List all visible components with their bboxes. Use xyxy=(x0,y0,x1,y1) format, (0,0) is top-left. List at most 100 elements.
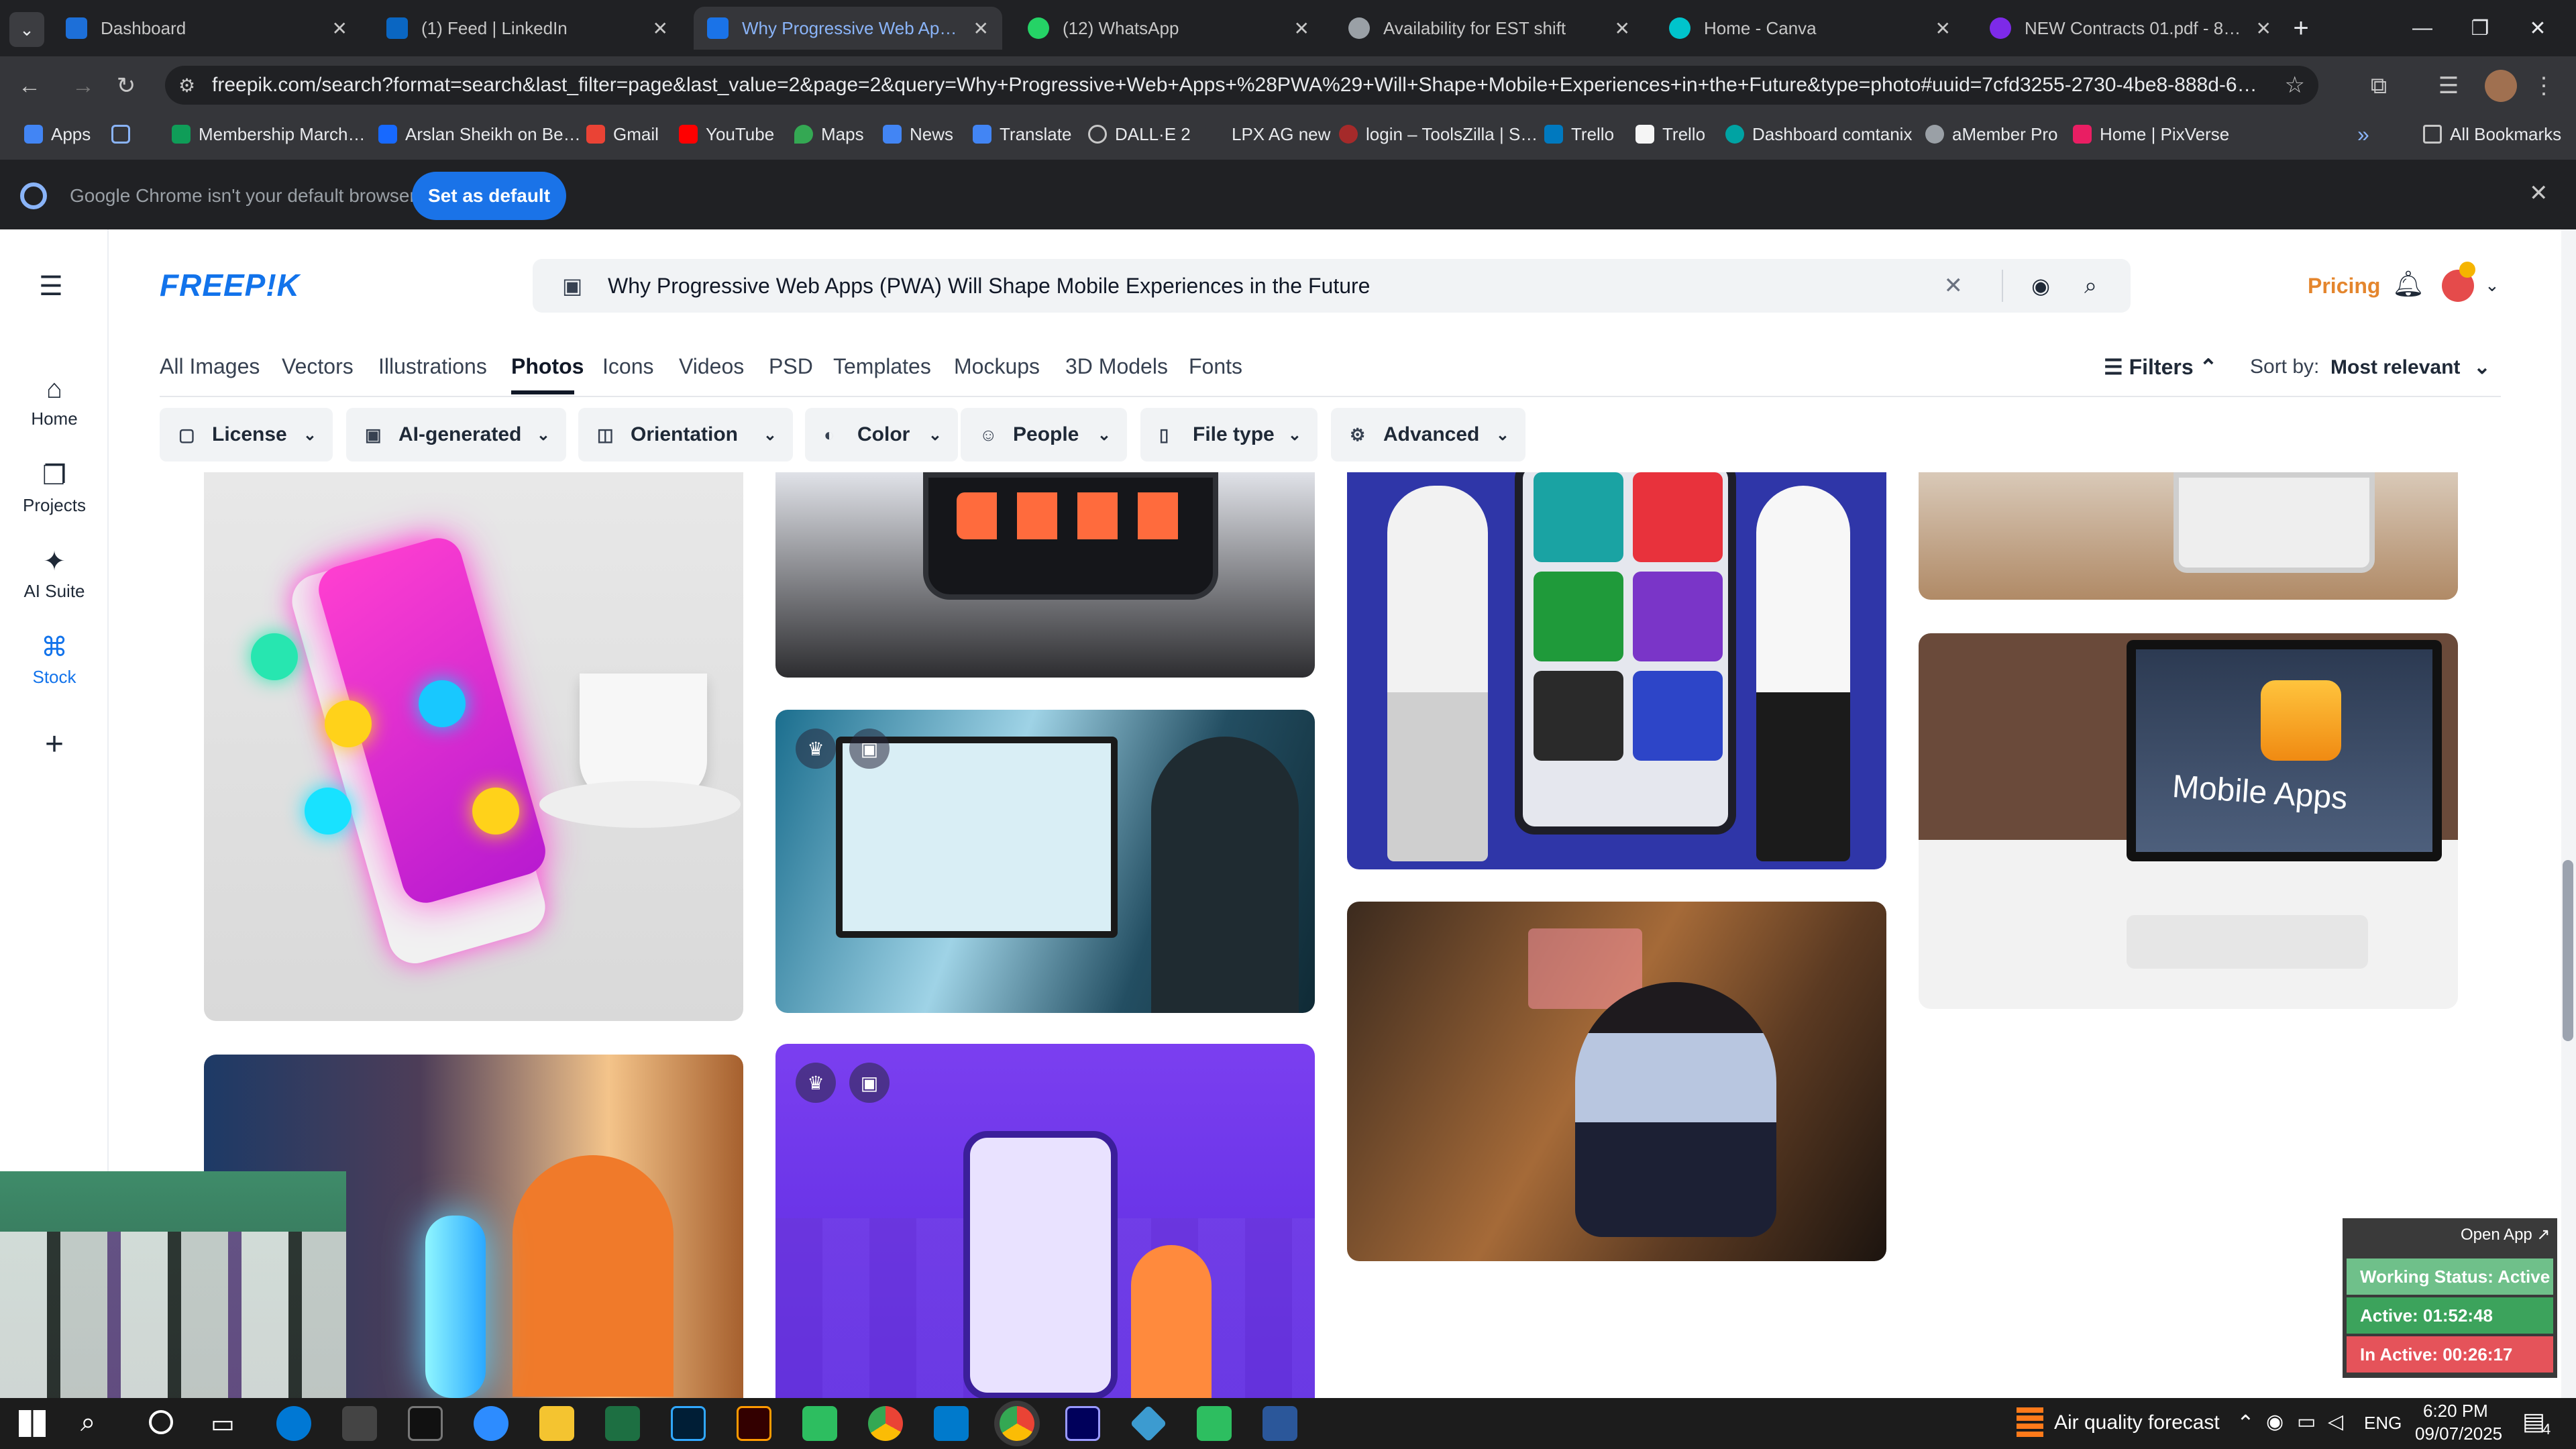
page-scrollbar-track[interactable] xyxy=(2561,229,2576,1398)
image-tile-purple-illustration[interactable]: ♛ ▣ xyxy=(775,1044,1315,1398)
address-bar[interactable]: ⚙ freepik.com/search?format=search&last_… xyxy=(165,66,2318,105)
search-icon[interactable]: ⌕ xyxy=(80,1407,95,1438)
tab-photos[interactable]: Photos xyxy=(511,354,584,379)
image-tile-neon-phone[interactable] xyxy=(204,472,743,1021)
chevron-down-icon[interactable]: ⌄ xyxy=(2485,275,2500,296)
close-infobar-icon[interactable]: ✕ xyxy=(2529,180,2548,207)
page-scrollbar-thumb[interactable] xyxy=(2563,860,2573,1041)
image-tile-woman-night-phone[interactable] xyxy=(1347,902,1886,1261)
license-filter[interactable]: ▢ License ⌄ xyxy=(160,408,333,462)
notification-center-icon[interactable]: ▤ xyxy=(2522,1407,2545,1436)
meet-now-icon[interactable]: ◉ xyxy=(2266,1410,2284,1434)
task-view-icon[interactable]: ▭ xyxy=(211,1409,235,1439)
orientation-filter[interactable]: ◫ Orientation ⌄ xyxy=(578,408,793,462)
tab-availability[interactable]: Availability for EST shift ✕ xyxy=(1335,7,1644,50)
tab-grid-button[interactable] xyxy=(111,119,138,149)
tab-icons[interactable]: Icons xyxy=(602,354,653,379)
tab-search-button[interactable]: ⌄ xyxy=(9,12,44,47)
edge-icon[interactable] xyxy=(276,1406,311,1441)
ai-generated-filter[interactable]: ▣ AI-generated ⌄ xyxy=(346,408,566,462)
volume-icon[interactable]: ◁ xyxy=(2328,1410,2343,1434)
bookmark-star-icon[interactable]: ☆ xyxy=(2285,72,2305,99)
back-button[interactable]: ← xyxy=(11,67,48,105)
windows-start-icon[interactable] xyxy=(19,1410,46,1437)
restore-button[interactable]: ❐ xyxy=(2453,0,2508,56)
bookmark-translate[interactable]: Translate xyxy=(973,119,1071,149)
tab-whatsapp[interactable]: (12) WhatsApp ✕ xyxy=(1014,7,1323,50)
tab-fonts[interactable]: Fonts xyxy=(1189,354,1242,379)
forward-button[interactable]: → xyxy=(64,67,102,105)
tab-illustrations[interactable]: Illustrations xyxy=(378,354,487,379)
sort-dropdown[interactable]: Most relevant ⌄ xyxy=(2330,356,2491,379)
tab-canva[interactable]: Home - Canva ✕ xyxy=(1656,7,1964,50)
vscode-icon[interactable] xyxy=(934,1406,969,1441)
tab-3d-models[interactable]: 3D Models xyxy=(1065,354,1168,379)
site-info-icon[interactable]: ⚙ xyxy=(178,74,195,97)
sidebar-item-ai-suite[interactable]: ✦ AI Suite xyxy=(0,546,109,602)
color-filter[interactable]: ◐ Color ⌄ xyxy=(805,408,958,462)
more-bookmarks-chevron-icon[interactable]: » xyxy=(2357,119,2369,149)
bookmark-apps[interactable]: Apps xyxy=(24,119,91,149)
file-explorer-icon[interactable] xyxy=(539,1406,574,1441)
close-window-button[interactable]: ✕ xyxy=(2510,0,2565,56)
advanced-filter[interactable]: ⚙ Advanced ⌄ xyxy=(1331,408,1525,462)
network-icon[interactable]: ▭ xyxy=(2297,1410,2316,1434)
image-tile-desk-tablet[interactable] xyxy=(1919,472,2458,600)
tab-dashboard[interactable]: Dashboard ✕ xyxy=(52,7,361,50)
pricing-link[interactable]: Pricing xyxy=(2308,274,2380,299)
close-icon[interactable]: ✕ xyxy=(332,17,347,40)
clock-date[interactable]: 09/07/2025 xyxy=(2415,1424,2502,1444)
bookmark-pixverse[interactable]: Home | PixVerse xyxy=(2073,119,2229,149)
new-tab-button[interactable]: + xyxy=(2282,9,2320,47)
bookmark-membership[interactable]: Membership March… xyxy=(172,119,366,149)
all-bookmarks-folder[interactable]: All Bookmarks xyxy=(2423,119,2561,149)
tab-psd[interactable]: PSD xyxy=(769,354,813,379)
profile-avatar[interactable] xyxy=(2485,70,2517,102)
illustrator-icon[interactable] xyxy=(737,1406,771,1441)
green-app-icon[interactable] xyxy=(1197,1406,1232,1441)
bookmark-dalle[interactable]: DALL·E 2 xyxy=(1088,119,1191,149)
tab-linkedin[interactable]: (1) Feed | LinkedIn ✕ xyxy=(373,7,682,50)
close-icon[interactable]: ✕ xyxy=(1935,17,1951,40)
bookmark-trello-2[interactable]: Trello xyxy=(1635,119,1705,149)
bookmark-behance[interactable]: Arslan Sheikh on Be… xyxy=(378,119,581,149)
bookmark-amember[interactable]: aMember Pro xyxy=(1925,119,2058,149)
sidebar-item-projects[interactable]: ❐ Projects xyxy=(0,460,109,516)
close-icon[interactable]: ✕ xyxy=(1294,17,1309,40)
open-app-link[interactable]: Open App ↗ xyxy=(2461,1225,2551,1244)
filters-toggle[interactable]: ☰ Filters ⌃ xyxy=(2104,354,2217,380)
set-default-button[interactable]: Set as default xyxy=(412,172,566,220)
close-icon[interactable]: ✕ xyxy=(1615,17,1630,40)
sidebar-item-stock[interactable]: ⌘ Stock xyxy=(0,632,109,688)
language-indicator[interactable]: ENG xyxy=(2364,1413,2402,1434)
image-tile-business-app-icons[interactable] xyxy=(1347,472,1886,869)
green-app-icon[interactable] xyxy=(802,1406,837,1441)
extensions-icon[interactable]: ⧉ xyxy=(2360,67,2398,105)
word-icon[interactable] xyxy=(1263,1406,1297,1441)
bell-icon[interactable]: 🔔︎ xyxy=(2392,270,2424,299)
image-tile-man-monitor[interactable]: ♛ ▣ xyxy=(775,710,1315,1013)
terminal-icon[interactable] xyxy=(408,1406,443,1441)
floating-video-overlay[interactable] xyxy=(0,1171,346,1398)
chrome-active-icon[interactable] xyxy=(1000,1406,1034,1441)
close-icon[interactable]: ✕ xyxy=(653,17,668,40)
media-control-icon[interactable]: ☰ xyxy=(2430,67,2467,105)
bookmark-lpx[interactable]: LPX AG new xyxy=(1205,119,1330,149)
bookmark-news[interactable]: News xyxy=(883,119,953,149)
bookmark-youtube[interactable]: YouTube xyxy=(679,119,774,149)
photoshop-icon[interactable] xyxy=(671,1406,706,1441)
bookmark-comtanix[interactable]: Dashboard comtanix xyxy=(1725,119,1912,149)
menu-icon[interactable]: ⋮ xyxy=(2525,67,2563,105)
hamburger-menu-icon[interactable]: ☰ xyxy=(39,271,63,302)
search-input[interactable]: ▣ Why Progressive Web Apps (PWA) Will Sh… xyxy=(533,259,2131,313)
clear-search-icon[interactable]: ✕ xyxy=(1944,272,1964,299)
reload-button[interactable]: ↻ xyxy=(107,67,145,105)
excel-icon[interactable] xyxy=(605,1406,640,1441)
close-icon[interactable]: ✕ xyxy=(2256,17,2271,40)
file-type-filter[interactable]: ▯ File type ⌄ xyxy=(1140,408,1318,462)
minimize-button[interactable]: — xyxy=(2395,0,2450,56)
weather-text[interactable]: Air quality forecast xyxy=(2054,1411,2220,1434)
clock-time[interactable]: 6:20 PM xyxy=(2423,1401,2488,1421)
zoom-icon[interactable] xyxy=(474,1406,508,1441)
bookmark-toolszilla[interactable]: login – ToolsZilla | S… xyxy=(1339,119,1538,149)
